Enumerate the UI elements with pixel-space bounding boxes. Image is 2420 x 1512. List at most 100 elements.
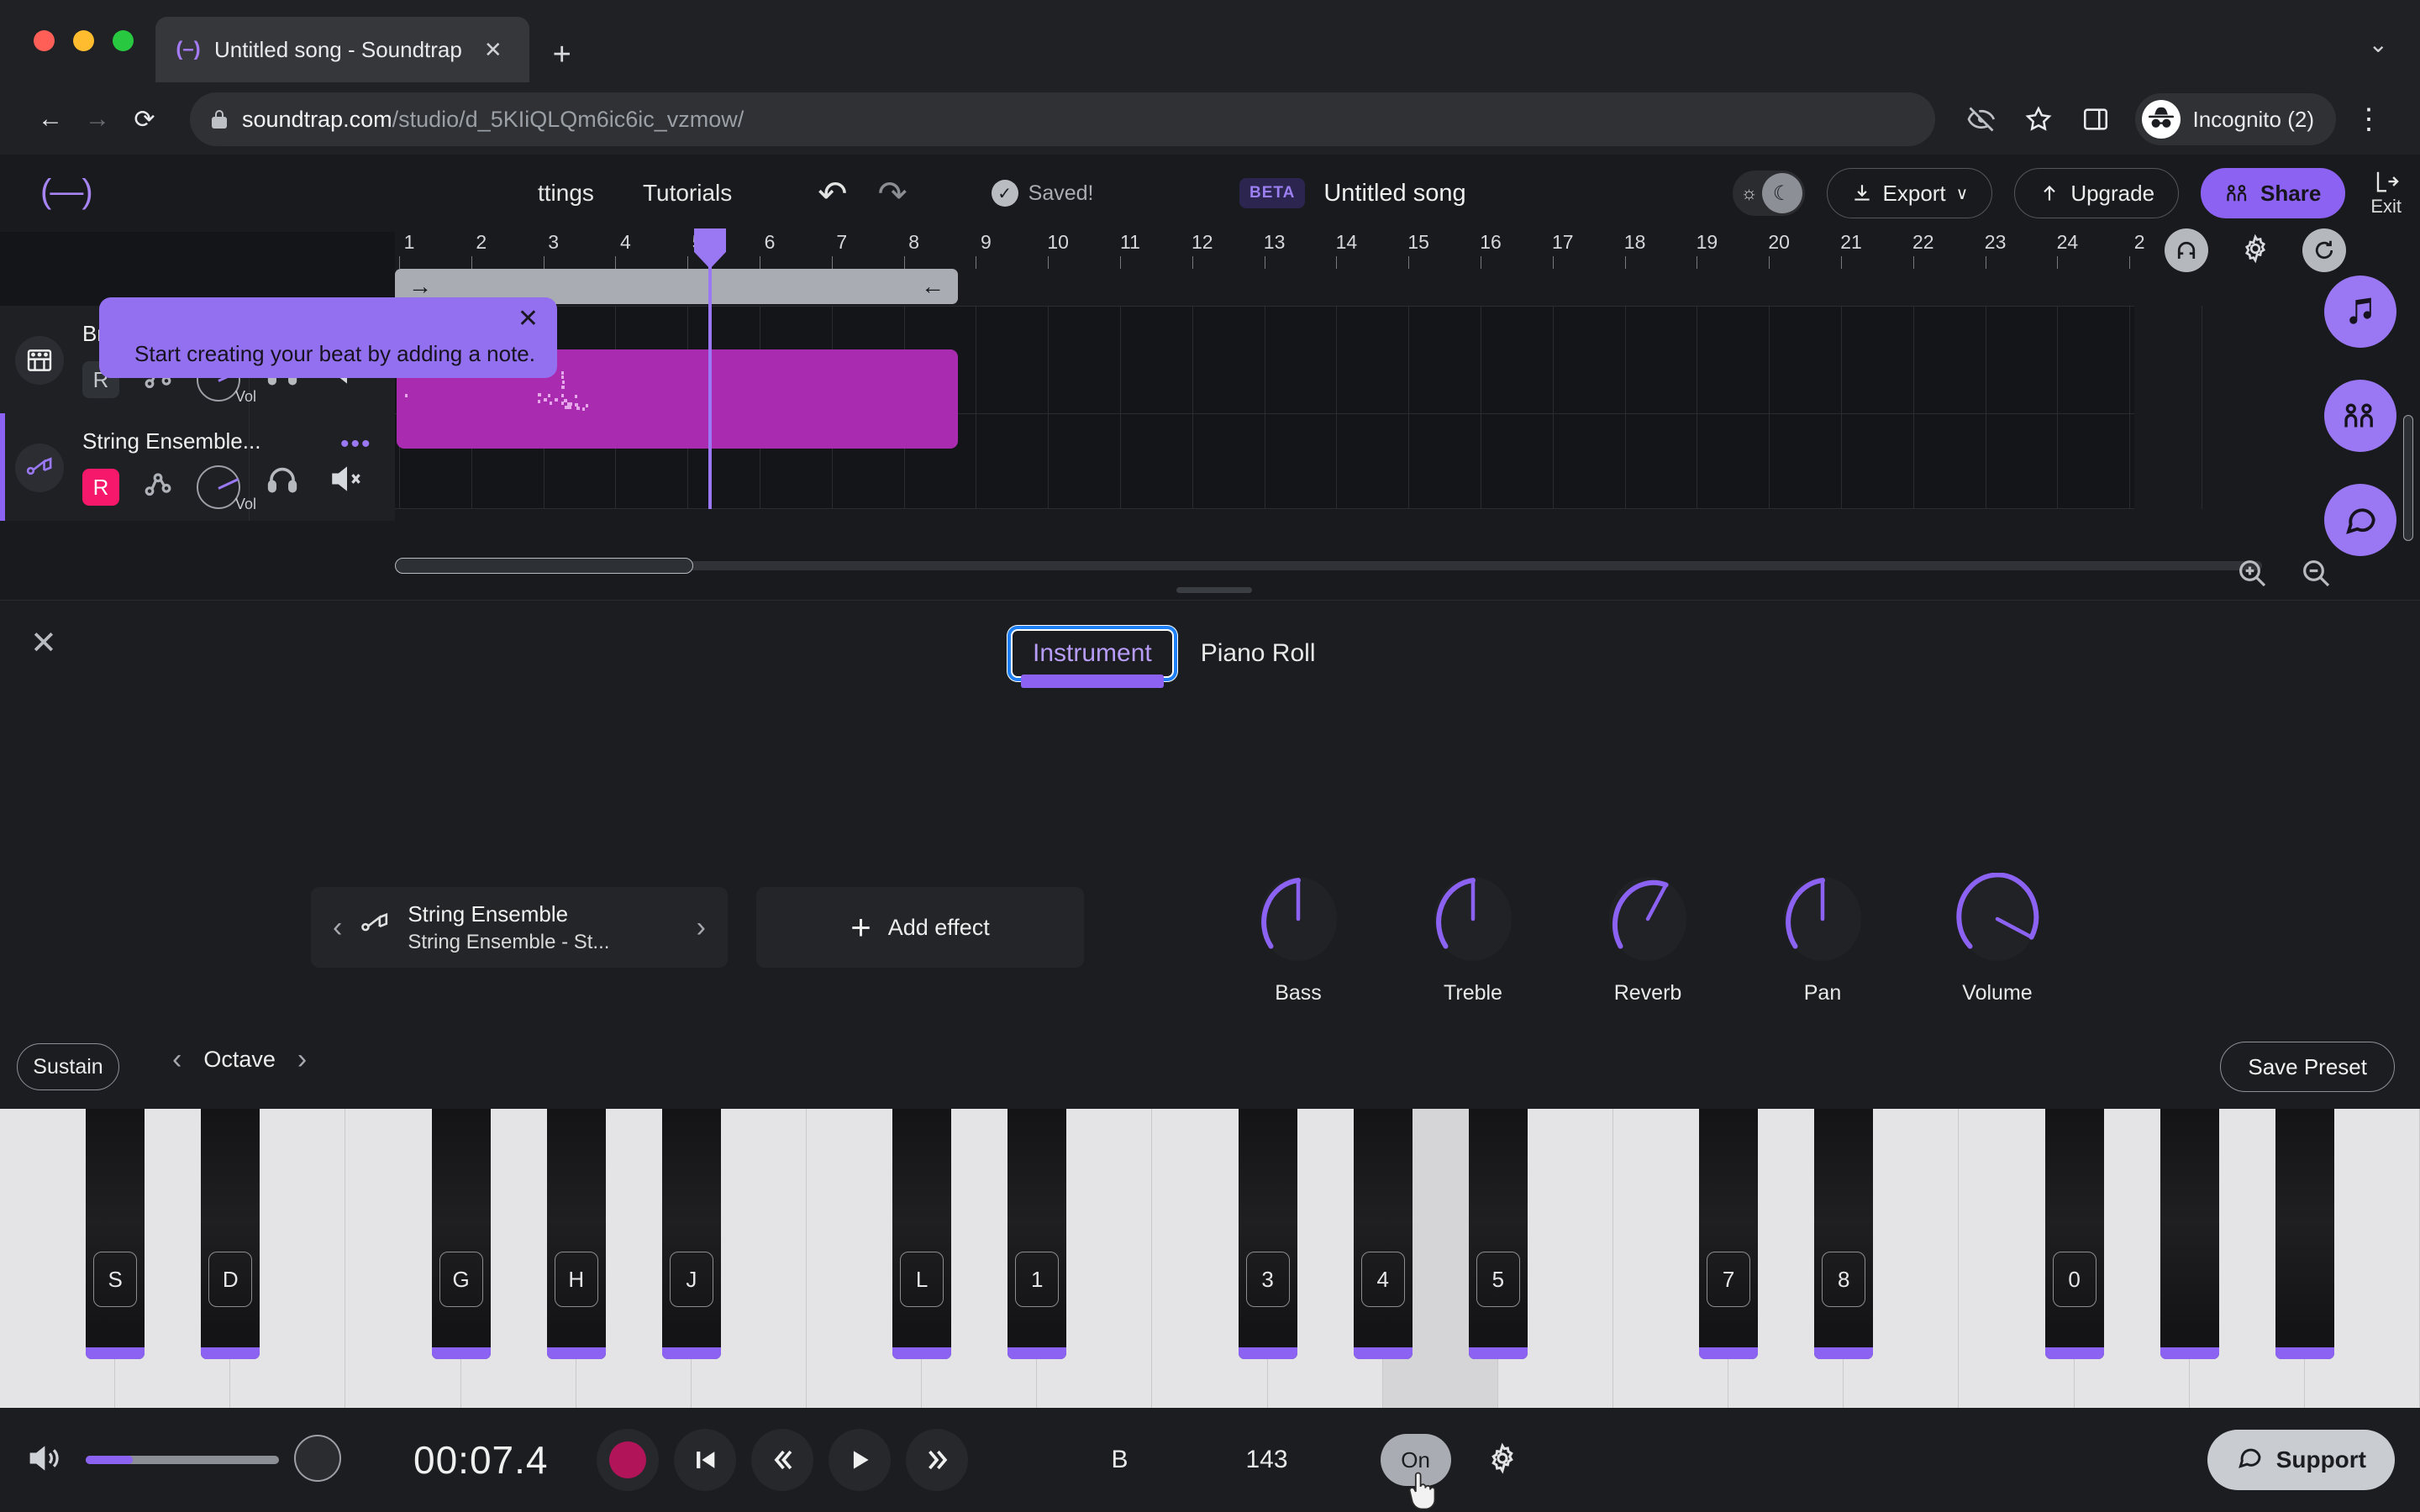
knob-treble[interactable]: Treble: [1427, 873, 1519, 1005]
magnet-icon[interactable]: [2165, 228, 2208, 272]
skip-to-start-button[interactable]: [674, 1429, 737, 1491]
speaker-mute-icon[interactable]: [329, 464, 365, 498]
chat-fab[interactable]: [2324, 484, 2396, 556]
rewind-button[interactable]: [751, 1429, 814, 1491]
octave-down-button[interactable]: ‹: [172, 1043, 182, 1076]
ruler-tick: [1336, 256, 1338, 269]
automation-icon[interactable]: [141, 469, 175, 507]
browser-tab[interactable]: (–) Untitled song - Soundtrap ✕: [155, 17, 529, 82]
black-key-0[interactable]: 0: [2044, 1109, 2104, 1359]
black-key-1[interactable]: 1: [1007, 1109, 1067, 1359]
instrument-selector[interactable]: ‹ String Ensemble String Ensemble - St..…: [311, 887, 728, 968]
support-button[interactable]: Support: [2207, 1430, 2395, 1490]
midi-note: [538, 400, 540, 403]
eye-slash-icon[interactable]: [1957, 95, 2006, 144]
star-icon[interactable]: [2014, 95, 2063, 144]
chevron-down-icon[interactable]: ⌄: [2369, 30, 2388, 58]
zoom-out-icon[interactable]: [2299, 556, 2333, 594]
side-panel-icon[interactable]: [2071, 95, 2120, 144]
timeline-vertical-scrollbar[interactable]: [2403, 415, 2413, 541]
timeline-horizontal-scrollbar[interactable]: [395, 558, 2353, 587]
redo-button[interactable]: ↷: [877, 173, 907, 214]
close-icon[interactable]: ✕: [476, 34, 511, 66]
black-key-H[interactable]: H: [546, 1109, 606, 1359]
add-effect-button[interactable]: + Add effect: [756, 887, 1084, 968]
knob-volume[interactable]: Volume: [1951, 872, 2044, 1005]
profile-button[interactable]: Incognito (2): [2135, 93, 2336, 145]
track-header-1[interactable]: String Ensemble... ••• R Vol: [0, 413, 395, 521]
reload-button[interactable]: ⟳: [121, 96, 168, 143]
export-button[interactable]: Export ∨: [1826, 168, 1993, 218]
tab-instrument[interactable]: Instrument: [1007, 626, 1177, 688]
black-key-3[interactable]: 3: [1238, 1109, 1297, 1359]
record-arm-button[interactable]: R: [82, 469, 119, 506]
nav-item-tutorials[interactable]: Tutorials: [643, 180, 732, 207]
save-preset-button[interactable]: Save Preset: [2220, 1042, 2395, 1092]
knob-pan[interactable]: Pan: [1776, 873, 1869, 1005]
black-key-4[interactable]: 4: [1353, 1109, 1413, 1359]
ruler-number: 6: [764, 231, 776, 253]
sounds-fab[interactable]: [2324, 276, 2396, 348]
back-button[interactable]: ←: [27, 96, 74, 143]
knob-reverb[interactable]: Reverb: [1602, 873, 1694, 1005]
octave-up-button[interactable]: ›: [297, 1043, 307, 1076]
loop-start-arrow-icon[interactable]: →: [408, 273, 432, 300]
next-instrument-button[interactable]: ›: [697, 911, 706, 944]
minimize-window-button[interactable]: [73, 30, 94, 51]
knob-bass[interactable]: Bass: [1252, 873, 1344, 1005]
black-key[interactable]: [2275, 1109, 2334, 1359]
share-button[interactable]: Share: [2201, 168, 2346, 218]
black-key-G[interactable]: G: [431, 1109, 491, 1359]
address-bar[interactable]: soundtrap.com/studio/d_5KIiQLQm6ic6ic_vz…: [190, 92, 1936, 146]
exit-label: Exit: [2370, 196, 2402, 217]
nav-item-settings[interactable]: ttings: [538, 180, 594, 207]
fast-forward-button[interactable]: [906, 1429, 969, 1491]
play-button[interactable]: [829, 1429, 892, 1491]
black-key-L[interactable]: L: [892, 1109, 952, 1359]
record-button[interactable]: [597, 1429, 660, 1491]
previous-instrument-button[interactable]: ‹: [333, 911, 342, 944]
loop-end-arrow-icon[interactable]: ←: [921, 273, 944, 300]
black-key[interactable]: [2160, 1109, 2219, 1359]
master-volume-slider[interactable]: [86, 1435, 341, 1482]
bpm-value[interactable]: 143: [1246, 1446, 1288, 1474]
timeline-ruler[interactable]: 1234567891011121314151617181920212223242: [395, 231, 2145, 269]
black-key-J[interactable]: J: [661, 1109, 721, 1359]
close-icon[interactable]: ✕: [518, 304, 539, 333]
slider-thumb[interactable]: [294, 1435, 341, 1482]
black-key-D[interactable]: D: [201, 1109, 260, 1359]
black-key-8[interactable]: 8: [1814, 1109, 1874, 1359]
collaborate-fab[interactable]: [2324, 380, 2396, 452]
new-tab-button[interactable]: +: [553, 39, 571, 82]
panel-resize-handle[interactable]: [1176, 587, 1252, 593]
ruler-number: 18: [1623, 231, 1646, 253]
grid-line: [1624, 306, 1626, 509]
tab-piano-roll[interactable]: Piano Roll: [1201, 639, 1316, 668]
gear-icon[interactable]: [2240, 234, 2270, 268]
black-key-5[interactable]: 5: [1468, 1109, 1528, 1359]
undo-button[interactable]: ↶: [818, 173, 847, 214]
upgrade-button[interactable]: Upgrade: [2014, 168, 2180, 218]
soundtrap-logo-icon[interactable]: (—): [40, 173, 93, 211]
loop-icon[interactable]: [2302, 228, 2346, 272]
song-title[interactable]: Untitled song: [1323, 180, 1465, 207]
scrollbar-thumb[interactable]: [395, 558, 693, 574]
playhead[interactable]: [694, 228, 726, 509]
exit-button[interactable]: Exit: [2370, 169, 2402, 218]
headphones-icon[interactable]: [266, 464, 299, 498]
black-key-S[interactable]: S: [86, 1109, 145, 1359]
sustain-button[interactable]: Sustain: [17, 1043, 119, 1090]
maximize-window-button[interactable]: [113, 30, 134, 51]
theme-toggle[interactable]: ☼ ☾: [1732, 171, 1805, 216]
track-menu-button[interactable]: •••: [340, 430, 372, 459]
browser-menu-button[interactable]: ⋮: [2344, 95, 2393, 144]
forward-button[interactable]: →: [74, 96, 121, 143]
volume-icon[interactable]: [29, 1442, 64, 1478]
close-window-button[interactable]: [34, 30, 55, 51]
zoom-in-icon[interactable]: [2235, 556, 2269, 594]
volume-knob[interactable]: Vol: [197, 465, 256, 512]
gear-icon[interactable]: [1486, 1441, 1518, 1478]
close-editor-button[interactable]: ✕: [30, 624, 57, 662]
key-signature[interactable]: B: [1111, 1446, 1128, 1474]
black-key-7[interactable]: 7: [1699, 1109, 1759, 1359]
